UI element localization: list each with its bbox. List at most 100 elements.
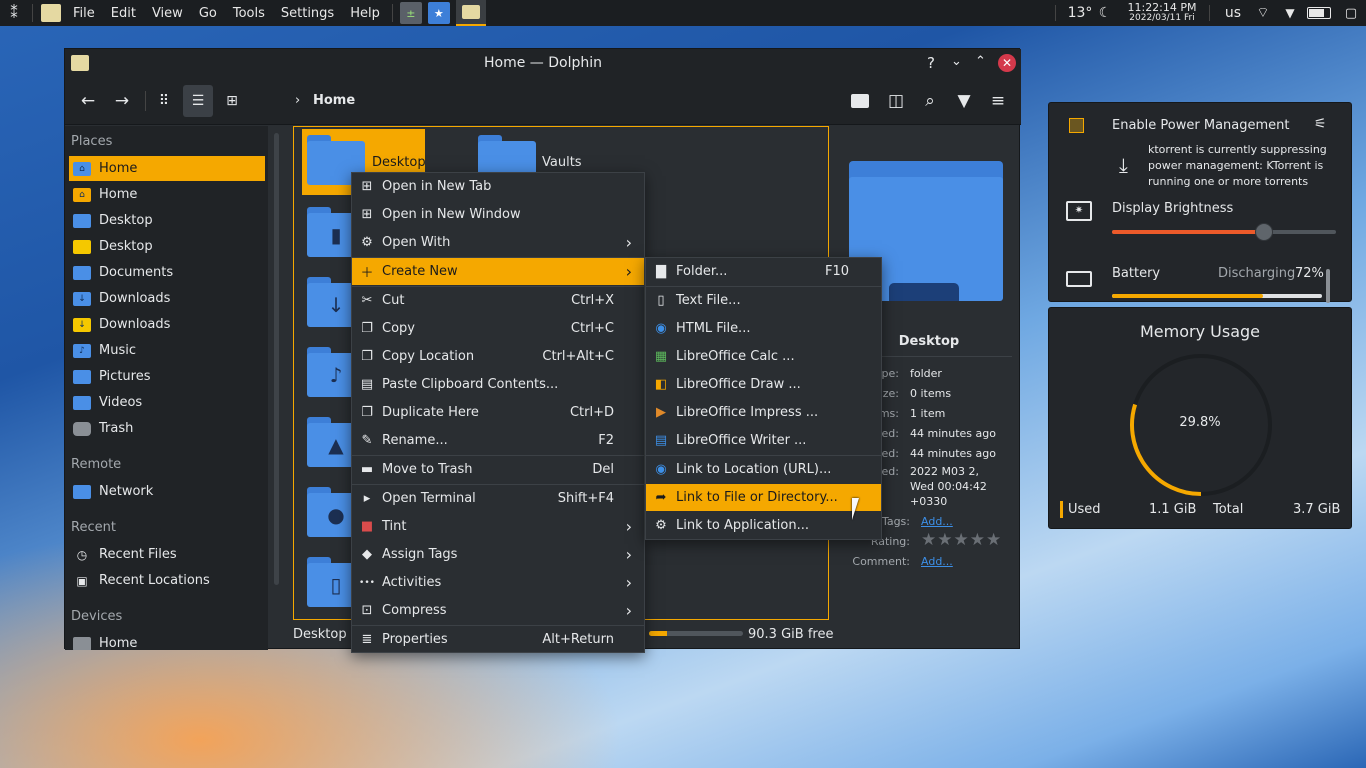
terminal-toggle-icon[interactable] <box>845 85 875 117</box>
menu-item-label: Assign Tags <box>382 547 458 562</box>
memory-usage-widget: Memory Usage 29.8% Used 1.1 GiB Total 3.… <box>1048 307 1352 529</box>
weather-moon-icon[interactable]: ☾ <box>1096 0 1114 26</box>
icons-view-icon[interactable]: ⠿ <box>149 85 179 117</box>
weather-temperature[interactable]: 13° <box>1066 0 1094 26</box>
digital-clock[interactable]: 11:22:14 PM 2022/03/11 Fri <box>1126 0 1198 26</box>
taskbar-calculator-icon[interactable]: ± <box>399 2 422 24</box>
wifi-icon[interactable]: ⌔ <box>1252 0 1274 26</box>
sidebar-item-downloads[interactable]: ↓ Downloads <box>69 312 265 337</box>
context-menu-item-copy-location[interactable]: ❐ Copy Location Ctrl+Alt+C <box>352 343 644 370</box>
menu-edit[interactable]: Edit <box>103 6 144 21</box>
context-menu-item-assign-tags[interactable]: ◆ Assign Tags › <box>352 541 644 568</box>
comment-add-link[interactable]: Add... <box>921 555 953 568</box>
submenu-item-libreoffice-calc[interactable]: ▦ LibreOffice Calc ... <box>646 343 881 370</box>
menu-help[interactable]: Help <box>342 6 388 21</box>
sidebar-item-videos[interactable]: Videos <box>69 390 265 415</box>
sidebar-item-device-home[interactable]: Home <box>69 631 265 650</box>
context-menu-item-copy[interactable]: ❐ Copy Ctrl+C <box>352 315 644 342</box>
sidebar-item-desktop[interactable]: Desktop <box>69 234 265 259</box>
keyboard-layout[interactable]: us <box>1220 0 1246 26</box>
forward-button[interactable]: → <box>107 85 137 117</box>
sidebar-item-trash[interactable]: Trash <box>69 416 265 441</box>
sidebar-item-desktop[interactable]: Desktop <box>69 208 265 233</box>
context-menu-item-activities[interactable]: ••• Activities › <box>352 569 644 596</box>
context-menu-item-create-new[interactable]: ＋ Create New › <box>352 258 644 285</box>
rating-stars[interactable]: ★★★★★ <box>921 530 1002 550</box>
submenu-item-libreoffice-impress[interactable]: ▶ LibreOffice Impress ... <box>646 399 881 426</box>
menu-settings[interactable]: Settings <box>273 6 342 21</box>
submenu-item-link-to-file-or-directory[interactable]: ➦ Link to File or Directory... <box>646 484 881 511</box>
file-item-label[interactable]: Vaults <box>542 155 582 170</box>
menu-file[interactable]: File <box>65 6 103 21</box>
context-menu-item-cut[interactable]: ✂ Cut Ctrl+X <box>352 287 644 314</box>
submenu-item-libreoffice-draw[interactable]: ◧ LibreOffice Draw ... <box>646 371 881 398</box>
details-view-icon[interactable]: ☰ <box>183 85 213 117</box>
sidebar-item-home[interactable]: ⌂ Home <box>69 156 265 181</box>
context-menu-item-open-in-new-window[interactable]: ⊞ Open in New Window <box>352 201 644 228</box>
sidebar-item-recent-files[interactable]: ◷ Recent Files <box>69 542 265 567</box>
title-bar[interactable]: Home — Dolphin ? ⌄ ⌃ ✕ <box>65 49 1021 77</box>
power-management-checkbox[interactable] <box>1069 118 1084 133</box>
submenu-item-link-to-location-url[interactable]: ◉ Link to Location (URL)... <box>646 456 881 483</box>
battery-icon[interactable] <box>1304 0 1334 26</box>
link-url-icon: ◉ <box>655 462 667 477</box>
settings-sliders-icon[interactable]: ⚟ <box>1314 116 1327 132</box>
pictures-folder-icon <box>73 369 91 384</box>
close-icon[interactable]: ✕ <box>998 54 1016 72</box>
back-button[interactable]: ← <box>73 85 103 117</box>
downloads-folder-icon: ↓ <box>73 291 91 306</box>
tray-expand-icon[interactable]: ▼ <box>1280 0 1300 26</box>
filter-icon[interactable]: ▼ <box>949 85 979 117</box>
context-menu-item-open-terminal[interactable]: ▸ Open Terminal Shift+F4 <box>352 485 644 512</box>
sidebar-item-label: Desktop <box>99 239 153 254</box>
breadcrumb[interactable]: Home <box>313 93 355 108</box>
menu-tools[interactable]: Tools <box>225 6 273 21</box>
submenu-item-html-file[interactable]: ◉ HTML File... <box>646 315 881 342</box>
context-menu-item-properties[interactable]: ≣ Properties Alt+Return <box>352 626 644 653</box>
tree-view-icon[interactable]: ⊞ <box>217 85 247 117</box>
hamburger-menu-icon[interactable]: ≡ <box>983 85 1013 117</box>
submenu-arrow-icon: › <box>625 573 632 592</box>
minimize-icon[interactable]: ⌄ <box>951 54 962 69</box>
context-menu-item-compress[interactable]: ⊡ Compress › <box>352 597 644 624</box>
context-menu-item-rename[interactable]: ✎ Rename... F2 <box>352 427 644 454</box>
sidebar-item-pictures[interactable]: Pictures <box>69 364 265 389</box>
popup-scrollbar[interactable] <box>1326 269 1330 303</box>
maximize-icon[interactable]: ⌃ <box>975 54 986 69</box>
context-menu-item-paste-clipboard-contents[interactable]: ▤ Paste Clipboard Contents... <box>352 371 644 398</box>
context-menu-item-move-to-trash[interactable]: ▬ Move to Trash Del <box>352 456 644 483</box>
context-menu-item-tint[interactable]: ■ Tint › <box>352 513 644 540</box>
sidebar-item-downloads[interactable]: ↓ Downloads <box>69 286 265 311</box>
sidebar-item-music[interactable]: ♪ Music <box>69 338 265 363</box>
context-menu-item-open-in-new-tab[interactable]: ⊞ Open in New Tab <box>352 173 644 200</box>
show-desktop-icon[interactable]: ▢ <box>1342 0 1360 26</box>
home-folder-icon: ⌂ <box>73 187 91 202</box>
sidebar-item-documents[interactable]: Documents <box>69 260 265 285</box>
context-menu-item-open-with[interactable]: ⚙ Open With › <box>352 229 644 256</box>
devices-header: Devices <box>71 609 123 624</box>
search-icon[interactable]: ⌕ <box>915 85 945 117</box>
split-view-icon[interactable]: ◫ <box>881 85 911 117</box>
brightness-slider[interactable] <box>1112 223 1336 241</box>
submenu-item-link-to-application[interactable]: ⚙ Link to Application... <box>646 512 881 539</box>
sidebar-item-network[interactable]: Network <box>69 479 265 504</box>
power-management-popup: Enable Power Management ⚟ ⤓ ktorrent is … <box>1048 102 1352 303</box>
app-launcher-icon[interactable]: ⁑ <box>0 4 28 22</box>
taskbar-dolphin-icon[interactable] <box>455 0 486 26</box>
file-item-label[interactable]: Desktop <box>372 155 426 170</box>
submenu-item-folder[interactable]: ▇ Folder... F10 <box>646 258 881 285</box>
sidebar-item-home[interactable]: ⌂ Home <box>69 182 265 207</box>
help-icon[interactable]: ? <box>927 54 935 72</box>
menu-go[interactable]: Go <box>191 6 225 21</box>
trash-icon <box>73 421 91 436</box>
submenu-item-libreoffice-writer[interactable]: ▤ LibreOffice Writer ... <box>646 427 881 454</box>
tags-add-link[interactable]: Add... <box>921 515 953 528</box>
context-menu-item-duplicate-here[interactable]: ❐ Duplicate Here Ctrl+D <box>352 399 644 426</box>
menu-view[interactable]: View <box>144 6 191 21</box>
taskbar-discover-icon[interactable]: ★ <box>427 2 450 24</box>
power-management-label[interactable]: Enable Power Management <box>1112 118 1290 133</box>
menu-item-label: LibreOffice Writer ... <box>676 433 807 448</box>
submenu-item-text-file[interactable]: ▯ Text File... <box>646 287 881 314</box>
places-scrollbar[interactable] <box>274 133 279 585</box>
sidebar-item-recent-locations[interactable]: ▣ Recent Locations <box>69 568 265 593</box>
